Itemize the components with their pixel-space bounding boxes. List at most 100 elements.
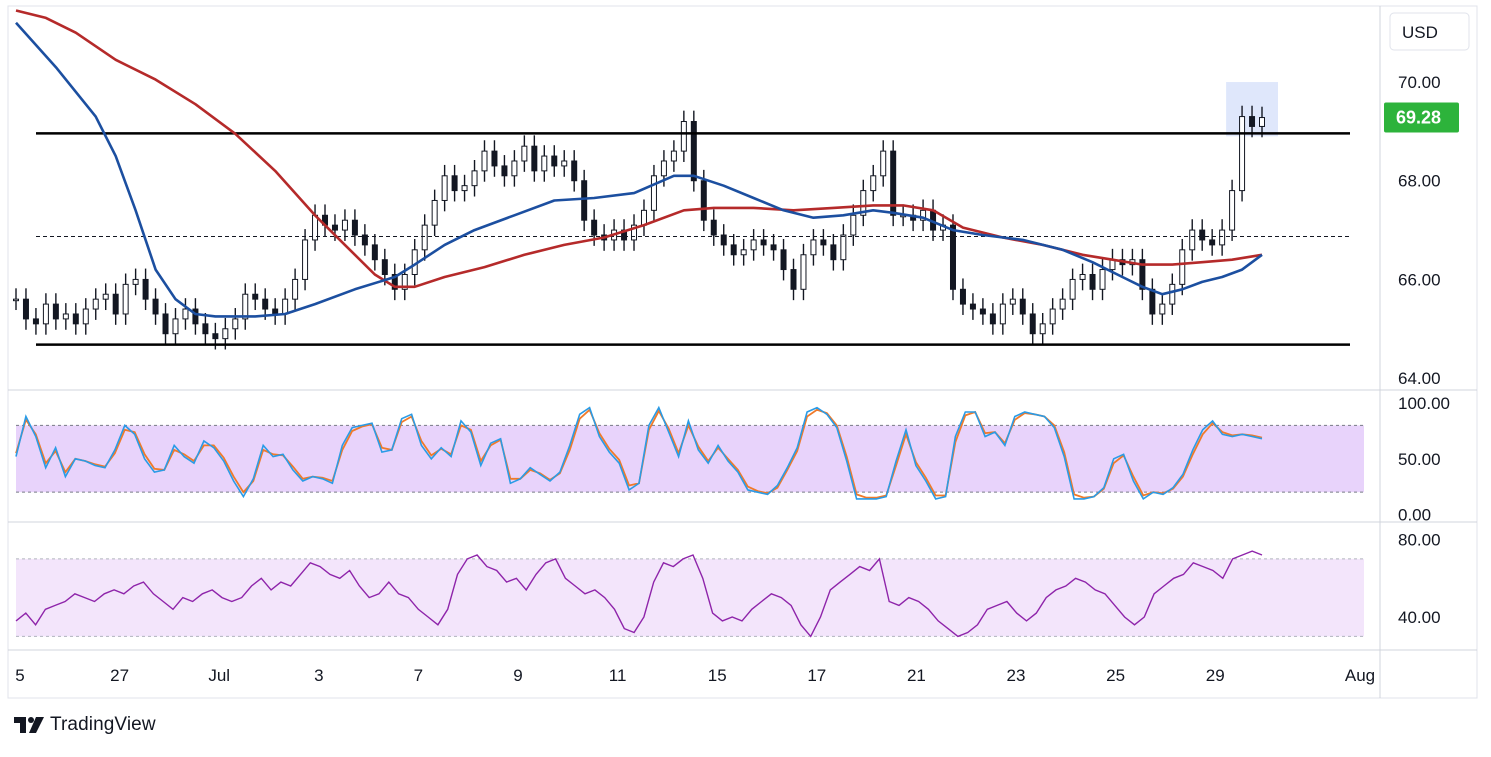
candle-body (102, 293, 109, 300)
candle-body (1039, 323, 1046, 335)
candle-body (640, 209, 647, 226)
x-tick-label: 21 (907, 666, 926, 685)
candle-body (830, 244, 837, 261)
rsi-band (16, 558, 1364, 637)
candle-body (880, 150, 887, 177)
x-tick-label: 5 (15, 666, 24, 685)
candle-body (341, 219, 348, 231)
candle-body (1239, 116, 1246, 192)
candle-body (202, 323, 209, 335)
candle-body (770, 244, 777, 251)
candle-body (491, 150, 498, 167)
candle-body (92, 298, 99, 310)
candle-body (302, 239, 309, 280)
tradingview-brand[interactable]: TradingView (14, 714, 156, 736)
candle-body (122, 283, 129, 315)
candle-body (1219, 229, 1226, 246)
y-tick-label: 100.00 (1398, 394, 1450, 413)
candle-body (670, 150, 677, 162)
candle-body (650, 175, 657, 211)
x-tick-label: 15 (708, 666, 727, 685)
candle-body (212, 333, 219, 340)
candle-body (989, 313, 996, 325)
candle-body (810, 239, 817, 256)
tradingview-logo-icon (14, 717, 44, 733)
candle-body (371, 244, 378, 261)
candle-body (800, 254, 807, 290)
candle-body (22, 298, 29, 320)
candle-body (820, 239, 827, 246)
candle-body (282, 298, 289, 315)
chart-canvas[interactable]: 70.00 68.00 66.00 64.00 100.00 50.00 0.00 80.… (0, 0, 1491, 752)
candle-body (730, 244, 737, 256)
candle-body (1099, 269, 1106, 290)
candle-body (42, 303, 49, 325)
candle-body (232, 318, 239, 330)
x-tick-label: 27 (110, 666, 129, 685)
chart-svg[interactable]: 70.00 68.00 66.00 64.00 100.00 50.00 0.00 80.… (0, 0, 1491, 752)
candle-body (551, 155, 558, 167)
candle-body (172, 318, 179, 335)
candle-body (132, 278, 139, 285)
x-tick-label: 25 (1106, 666, 1125, 685)
candle-body (1229, 190, 1236, 231)
candle-body (959, 288, 966, 305)
candle-body (1199, 229, 1206, 241)
candle-body (431, 199, 438, 226)
y-tick-label: 66.00 (1398, 270, 1441, 289)
x-tick-label: 3 (314, 666, 323, 685)
candle-body (690, 121, 697, 182)
x-tick-label: 29 (1206, 666, 1225, 685)
candle-body (72, 313, 79, 325)
candle-body (740, 249, 747, 256)
candle-body (870, 175, 877, 192)
x-tick-label: Aug (1345, 666, 1375, 685)
y-tick-label: 70.00 (1398, 73, 1441, 92)
candle-body (840, 234, 847, 261)
candle-body (1019, 298, 1026, 315)
candle-body (13, 298, 19, 302)
candle-body (521, 145, 528, 162)
candle-body (112, 293, 119, 315)
candle-body (969, 303, 976, 310)
candle-body (1209, 239, 1216, 246)
x-tick-label: 7 (414, 666, 423, 685)
x-tick-label: Jul (208, 666, 230, 685)
candle-body (501, 165, 508, 177)
y-tick-label: 40.00 (1398, 608, 1441, 627)
candle-body (1029, 313, 1036, 335)
candle-body (481, 150, 488, 172)
candle-body (1159, 303, 1166, 315)
x-tick-label: 17 (807, 666, 826, 685)
candle-body (1169, 283, 1176, 305)
candle-body (660, 160, 667, 177)
candle-body (790, 269, 797, 290)
candle-body (62, 313, 69, 320)
candle-body (1189, 229, 1196, 251)
candle-body (421, 224, 428, 251)
candle-body (760, 239, 767, 246)
candle-body (381, 259, 388, 275)
candle-body (252, 293, 259, 300)
candle-body (182, 308, 189, 320)
x-tick-label: 11 (609, 666, 627, 685)
candle-body (222, 328, 229, 340)
y-tick-label: 68.00 (1398, 172, 1441, 191)
candle-body (531, 145, 538, 172)
x-tick-label: 9 (513, 666, 522, 685)
candle-body (561, 160, 568, 167)
candle-body (700, 180, 707, 221)
candle-body (52, 303, 59, 320)
currency-label: USD (1402, 23, 1438, 42)
stochastic-band (16, 425, 1364, 493)
candle-body (461, 185, 468, 192)
candle-body (1249, 116, 1256, 127)
candle-body (581, 180, 588, 221)
candle-body (1259, 117, 1265, 127)
candle-body (351, 219, 358, 236)
last-price-text: 69.28 (1396, 108, 1441, 128)
candle-body (780, 249, 787, 271)
x-tick-label: 23 (1007, 666, 1026, 685)
candle-body (571, 160, 578, 182)
candle-body (331, 224, 338, 231)
